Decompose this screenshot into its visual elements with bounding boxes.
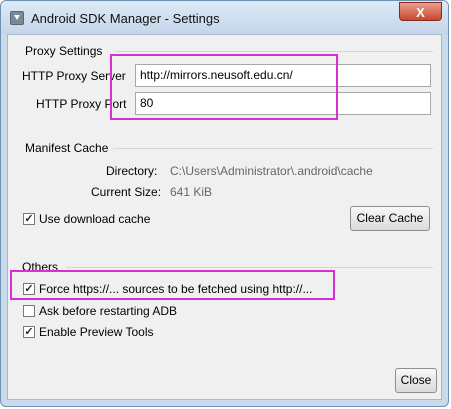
settings-window: Android SDK Manager - Settings X Proxy S… bbox=[0, 0, 449, 407]
current-size-value: 641 KiB bbox=[170, 185, 213, 199]
current-size-label: Current Size: bbox=[91, 185, 162, 199]
proxy-separator bbox=[115, 51, 433, 52]
window-title: Android SDK Manager - Settings bbox=[31, 11, 220, 26]
settings-content: Proxy Settings HTTP Proxy Server http://… bbox=[7, 34, 442, 400]
clear-cache-button[interactable]: Clear Cache bbox=[350, 206, 430, 231]
directory-value: C:\Users\Administrator\.android\cache bbox=[170, 164, 373, 178]
manifest-cache-title: Manifest Cache bbox=[25, 141, 109, 155]
manifest-separator bbox=[113, 148, 433, 149]
ask-restart-adb-checkbox[interactable] bbox=[23, 305, 35, 317]
use-download-cache-checkbox[interactable]: ✓ bbox=[23, 213, 35, 225]
proxy-settings-title: Proxy Settings bbox=[25, 44, 103, 58]
download-icon bbox=[10, 11, 24, 25]
enable-preview-tools-checkbox[interactable]: ✓ bbox=[23, 326, 35, 338]
title-bar[interactable]: Android SDK Manager - Settings X bbox=[1, 1, 448, 35]
ask-restart-adb-label[interactable]: Ask before restarting ADB bbox=[39, 304, 177, 318]
use-download-cache-label[interactable]: Use download cache bbox=[39, 212, 150, 226]
proxy-highlight-annotation bbox=[110, 54, 338, 120]
others-separator bbox=[66, 267, 433, 268]
enable-preview-tools-label[interactable]: Enable Preview Tools bbox=[39, 325, 154, 339]
window-close-button[interactable]: X bbox=[399, 2, 442, 21]
close-button[interactable]: Close bbox=[395, 368, 437, 393]
force-http-highlight-annotation bbox=[10, 270, 335, 300]
directory-label: Directory: bbox=[106, 164, 158, 178]
